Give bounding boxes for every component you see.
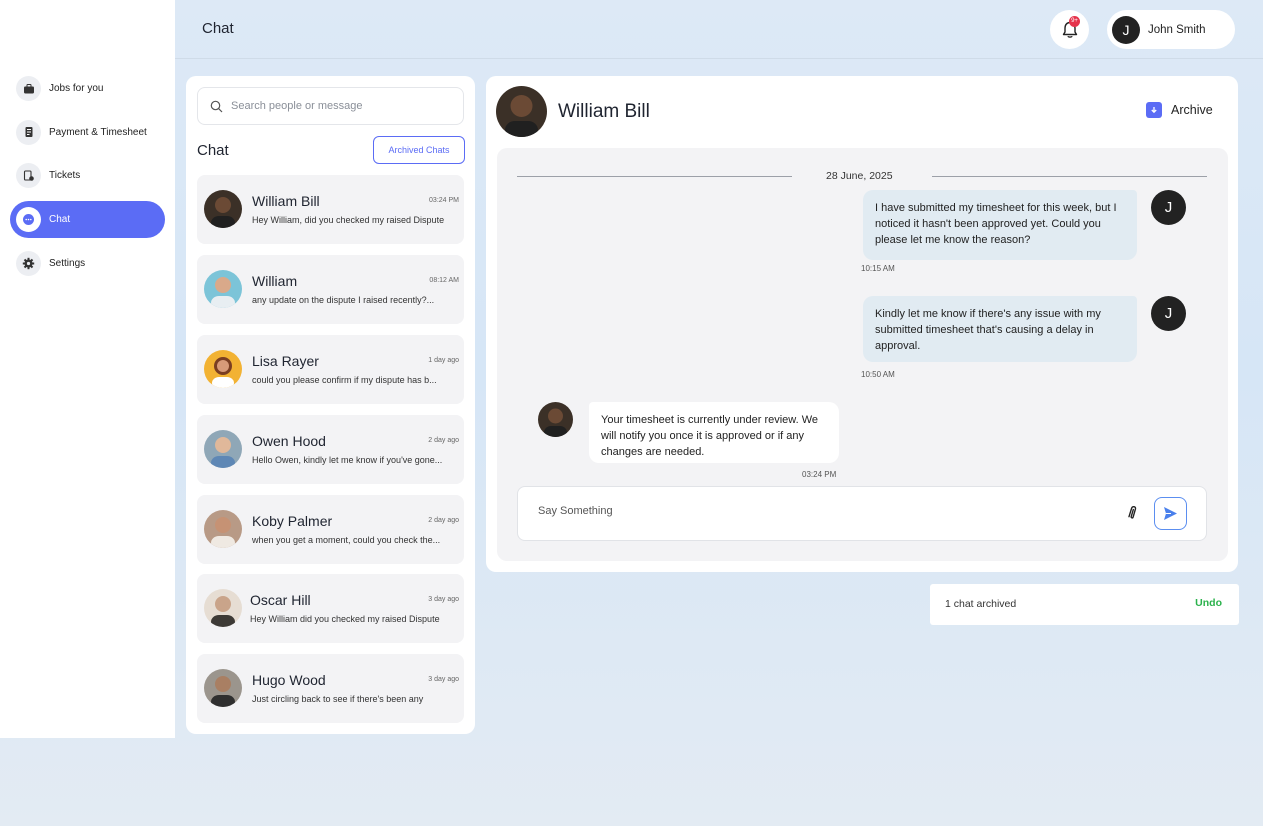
sidebar-item-label: Settings: [49, 257, 86, 269]
divider: [517, 176, 792, 177]
avatar: J: [1112, 15, 1140, 44]
chat-name: Hugo Wood: [252, 672, 326, 688]
avatar: [204, 589, 242, 627]
timesheet-icon: [16, 119, 41, 145]
chat-name: Lisa Rayer: [252, 353, 319, 369]
message-bubble: Your timesheet is currently under review…: [589, 402, 839, 463]
chat-bubble-icon: [16, 207, 41, 233]
sidebar-item-jobs[interactable]: Jobs for you: [10, 70, 165, 107]
message-time: 10:50 AM: [861, 370, 895, 379]
conversation-panel: William Bill Archive 28 June, 2025 I hav…: [486, 76, 1238, 572]
search-input[interactable]: [231, 100, 451, 112]
send-icon: [1164, 507, 1177, 520]
chat-time: 1 day ago: [428, 357, 459, 364]
sidebar-item-chat[interactable]: Chat: [10, 201, 165, 239]
attach-button[interactable]: [1124, 504, 1143, 528]
paperclip-icon: [1128, 505, 1137, 519]
undo-button[interactable]: Undo: [1195, 597, 1222, 609]
search-icon: [210, 100, 223, 112]
chat-list-item[interactable]: Lisa Rayer 1 day ago could you please co…: [197, 335, 464, 404]
sidebar: Jobs for you Payment & Timesheet Tickets…: [0, 0, 175, 738]
sidebar-item-label: Tickets: [49, 170, 81, 182]
message-time: 03:24 PM: [802, 470, 837, 479]
chat-time: 2 day ago: [428, 437, 459, 444]
notifications-button[interactable]: 9+: [1050, 10, 1089, 49]
search-box: [197, 87, 464, 125]
sidebar-item-settings[interactable]: Settings: [10, 245, 165, 282]
chat-list-item[interactable]: Hugo Wood 3 day ago Just circling back t…: [197, 654, 464, 723]
avatar: J: [1151, 296, 1186, 331]
date-separator: 28 June, 2025: [517, 170, 1207, 184]
chat-list-panel: Chat Archived Chats William Bill 03:24 P…: [186, 76, 475, 734]
message-time: 10:15 AM: [861, 264, 895, 273]
sidebar-item-tickets[interactable]: Tickets: [10, 157, 165, 194]
avatar: [538, 402, 573, 437]
chat-preview: Hey William did you checked my raised Di…: [250, 614, 440, 624]
sidebar-nav: Jobs for you Payment & Timesheet Tickets…: [10, 70, 165, 288]
chat-preview: when you get a moment, could you check t…: [252, 535, 441, 545]
message-bubble: I have submitted my timesheet for this w…: [863, 190, 1137, 260]
sidebar-item-label: Jobs for you: [49, 83, 104, 94]
top-bar: Chat 9+ J John Smith: [175, 0, 1263, 59]
chat-list-item[interactable]: Oscar Hill 3 day ago Hey William did you…: [197, 574, 464, 643]
avatar: [204, 270, 242, 308]
chat-list-item[interactable]: William Bill 03:24 PM Hey William, did y…: [197, 175, 464, 244]
divider: [932, 176, 1207, 177]
sidebar-item-label: Payment & Timesheet: [49, 126, 147, 138]
chat-preview: Just circling back to see if there's bee…: [252, 694, 424, 704]
archive-label: Archive: [1171, 103, 1213, 117]
avatar: [204, 510, 242, 548]
chat-preview: any update on the dispute I raised recen…: [252, 295, 435, 305]
ticket-icon: [16, 163, 41, 189]
chat-time: 3 day ago: [428, 596, 459, 603]
chat-list-heading: Chat: [197, 142, 229, 159]
page-title: Chat: [202, 20, 234, 37]
user-menu[interactable]: J John Smith: [1107, 10, 1235, 49]
archived-toast: 1 chat archived Undo: [930, 584, 1239, 625]
chat-name: William: [252, 273, 298, 289]
conversation-title: William Bill: [558, 101, 650, 122]
chat-preview: Hey William, did you checked my raised D…: [252, 215, 445, 225]
notification-badge: 9+: [1069, 16, 1080, 27]
avatar: [204, 430, 242, 468]
chat-name: Koby Palmer: [252, 513, 333, 529]
chat-name: Oscar Hill: [250, 592, 311, 608]
chat-preview: could you please confirm if my dispute h…: [252, 375, 437, 385]
briefcase-icon: [16, 76, 41, 101]
archive-button[interactable]: Archive: [1146, 102, 1213, 118]
archived-chats-button[interactable]: Archived Chats: [373, 136, 465, 164]
avatar: J: [1151, 190, 1186, 225]
gear-icon: [16, 250, 41, 276]
chat-time: 08:12 AM: [429, 277, 459, 284]
sidebar-item-label: Chat: [49, 214, 71, 226]
sidebar-item-payment-timesheet[interactable]: Payment & Timesheet: [10, 114, 165, 151]
message-area: 28 June, 2025 I have submitted my timesh…: [497, 148, 1228, 561]
message-composer: [517, 486, 1207, 541]
avatar: [204, 190, 242, 228]
message-input[interactable]: [538, 505, 1098, 517]
send-button[interactable]: [1154, 497, 1187, 530]
chat-list-item[interactable]: William 08:12 AM any update on the dispu…: [197, 255, 464, 324]
date-label: 28 June, 2025: [826, 170, 893, 182]
chat-time: 3 day ago: [428, 676, 459, 683]
chat-list-item[interactable]: Koby Palmer 2 day ago when you get a mom…: [197, 495, 464, 564]
chat-time: 2 day ago: [428, 517, 459, 524]
toast-message: 1 chat archived: [945, 598, 1017, 610]
avatar: [496, 86, 547, 137]
chat-name: William Bill: [252, 193, 320, 209]
chat-time: 03:24 PM: [429, 197, 459, 204]
chat-name: Owen Hood: [252, 433, 326, 449]
chat-preview: Hello Owen, kindly let me know if you've…: [252, 455, 443, 465]
chat-list-item[interactable]: Owen Hood 2 day ago Hello Owen, kindly l…: [197, 415, 464, 484]
user-name: John Smith: [1148, 23, 1206, 36]
avatar: [204, 669, 242, 707]
archive-icon: [1146, 102, 1162, 118]
message-bubble: Kindly let me know if there's any issue …: [863, 296, 1137, 362]
avatar: [204, 350, 242, 388]
